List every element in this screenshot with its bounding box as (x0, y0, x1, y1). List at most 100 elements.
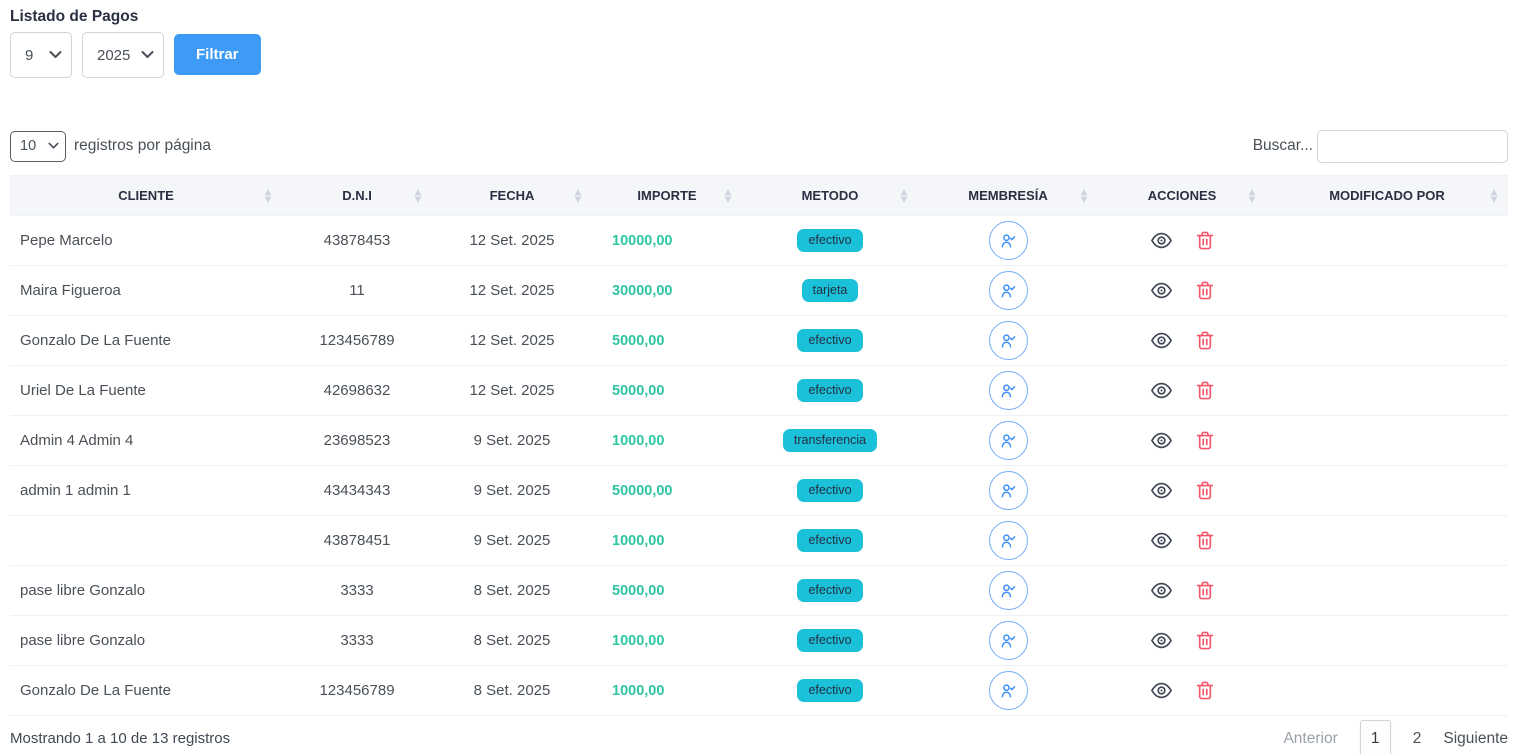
pagination: Anterior 1 2 Siguiente (1283, 720, 1508, 754)
client-name-cell: Uriel De La Fuente (10, 366, 282, 416)
month-select[interactable]: 9 (10, 32, 72, 78)
column-header-cliente[interactable]: CLIENTE (10, 176, 282, 216)
amount-cell: 50000,00 (592, 466, 742, 516)
column-header-modificado-por[interactable]: MODIFICADO POR (1266, 176, 1508, 216)
amount-cell: 5000,00 (592, 316, 742, 366)
view-button[interactable] (1150, 629, 1173, 652)
delete-button[interactable] (1196, 480, 1214, 501)
search-group: Buscar... (1253, 130, 1508, 163)
delete-button[interactable] (1196, 280, 1214, 301)
year-select[interactable]: 2025 (82, 32, 164, 78)
view-button[interactable] (1150, 529, 1173, 552)
next-page-button[interactable]: Siguiente (1443, 730, 1508, 748)
page-title: Listado de Pagos (10, 8, 1508, 26)
membership-button[interactable] (989, 571, 1028, 610)
table-row: pase libre Gonzalo 3333 8 Set. 2025 1000… (10, 616, 1508, 666)
view-button[interactable] (1150, 429, 1173, 452)
trash-icon (1196, 480, 1214, 501)
date-cell: 9 Set. 2025 (432, 516, 592, 566)
delete-button[interactable] (1196, 630, 1214, 651)
column-header-acciones[interactable]: ACCIONES (1098, 176, 1266, 216)
method-cell: efectivo (742, 616, 918, 666)
modified-by-cell (1266, 666, 1508, 716)
eye-icon (1150, 429, 1173, 452)
search-input[interactable] (1317, 130, 1508, 163)
membership-button[interactable] (989, 621, 1028, 660)
delete-button[interactable] (1196, 380, 1214, 401)
person-check-icon (999, 232, 1017, 250)
column-header-dni[interactable]: D.N.I (282, 176, 432, 216)
membership-button[interactable] (989, 321, 1028, 360)
trash-icon (1196, 380, 1214, 401)
actions-cell (1098, 516, 1266, 566)
eye-icon (1150, 529, 1173, 552)
delete-button[interactable] (1196, 680, 1214, 701)
amount-cell: 5000,00 (592, 366, 742, 416)
eye-icon (1150, 629, 1173, 652)
method-cell: transferencia (742, 416, 918, 466)
previous-page-button[interactable]: Anterior (1283, 730, 1337, 748)
modified-by-cell (1266, 266, 1508, 316)
column-header-fecha[interactable]: FECHA (432, 176, 592, 216)
month-select-wrap: 9 (10, 32, 72, 78)
sort-diamond-icon (1248, 189, 1256, 203)
payment-method-badge: efectivo (797, 579, 862, 602)
membership-button[interactable] (989, 671, 1028, 710)
client-name-cell: admin 1 admin 1 (10, 466, 282, 516)
dni-cell: 43878451 (282, 516, 432, 566)
trash-icon (1196, 230, 1214, 251)
delete-button[interactable] (1196, 580, 1214, 601)
delete-button[interactable] (1196, 530, 1214, 551)
membership-cell (918, 316, 1098, 366)
table-row: 43878451 9 Set. 2025 1000,00 efectivo (10, 516, 1508, 566)
column-header-metodo[interactable]: METODO (742, 176, 918, 216)
filter-button[interactable]: Filtrar (174, 34, 261, 75)
view-button[interactable] (1150, 679, 1173, 702)
page-size-select[interactable]: 10 (10, 131, 66, 162)
table-row: Pepe Marcelo 43878453 12 Set. 2025 10000… (10, 216, 1508, 266)
view-button[interactable] (1150, 279, 1173, 302)
year-select-wrap: 2025 (82, 32, 164, 78)
modified-by-cell (1266, 466, 1508, 516)
membership-button[interactable] (989, 371, 1028, 410)
date-cell: 12 Set. 2025 (432, 316, 592, 366)
membership-button[interactable] (989, 521, 1028, 560)
table-row: Uriel De La Fuente 42698632 12 Set. 2025… (10, 366, 1508, 416)
view-button[interactable] (1150, 479, 1173, 502)
date-cell: 8 Set. 2025 (432, 616, 592, 666)
column-header-membresia[interactable]: MEMBRESÍA (918, 176, 1098, 216)
dni-cell: 3333 (282, 616, 432, 666)
eye-icon (1150, 329, 1173, 352)
filter-bar: 9 2025 Filtrar (10, 32, 1508, 79)
membership-button[interactable] (989, 271, 1028, 310)
actions-cell (1098, 316, 1266, 366)
payment-method-badge: efectivo (797, 529, 862, 552)
page-button-1[interactable]: 1 (1360, 720, 1391, 754)
view-button[interactable] (1150, 229, 1173, 252)
trash-icon (1196, 680, 1214, 701)
dni-cell: 43434343 (282, 466, 432, 516)
membership-cell (918, 216, 1098, 266)
modified-by-cell (1266, 316, 1508, 366)
membership-button[interactable] (989, 221, 1028, 260)
client-name-cell: Gonzalo De La Fuente (10, 666, 282, 716)
membership-button[interactable] (989, 421, 1028, 460)
modified-by-cell (1266, 216, 1508, 266)
view-button[interactable] (1150, 329, 1173, 352)
view-button[interactable] (1150, 579, 1173, 602)
page-button-2[interactable]: 2 (1413, 730, 1422, 748)
membership-button[interactable] (989, 471, 1028, 510)
client-name-cell: pase libre Gonzalo (10, 616, 282, 666)
column-header-importe[interactable]: IMPORTE (592, 176, 742, 216)
table-row: Maira Figueroa 11 12 Set. 2025 30000,00 … (10, 266, 1508, 316)
payment-method-badge: efectivo (797, 479, 862, 502)
delete-button[interactable] (1196, 230, 1214, 251)
date-cell: 12 Set. 2025 (432, 216, 592, 266)
delete-button[interactable] (1196, 430, 1214, 451)
person-check-icon (999, 282, 1017, 300)
membership-cell (918, 366, 1098, 416)
delete-button[interactable] (1196, 330, 1214, 351)
amount-cell: 1000,00 (592, 516, 742, 566)
amount-cell: 1000,00 (592, 666, 742, 716)
view-button[interactable] (1150, 379, 1173, 402)
